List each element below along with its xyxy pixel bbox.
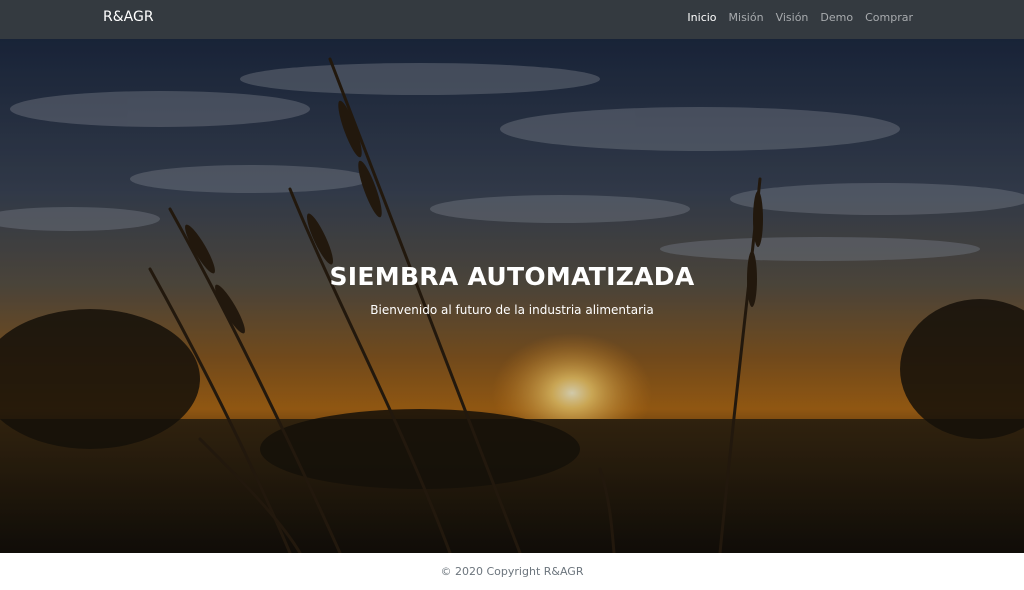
- footer-copyright: © 2020 Copyright R&AGR: [440, 565, 584, 578]
- nav-link-vision[interactable]: Visión: [776, 11, 809, 24]
- nav-link-demo[interactable]: Demo: [820, 11, 853, 24]
- footer: © 2020 Copyright R&AGR: [0, 553, 1024, 590]
- nav-link-inicio[interactable]: Inicio: [687, 11, 716, 24]
- nav-link-mision[interactable]: Misión: [729, 11, 764, 24]
- brand-logo[interactable]: R&AGR: [103, 9, 154, 25]
- hero-background-image: [0, 39, 1024, 553]
- nav-link-comprar[interactable]: Comprar: [865, 11, 913, 24]
- hero-title: SIEMBRA AUTOMATIZADA: [329, 262, 695, 291]
- nav-links: Inicio Misión Visión Demo Comprar: [687, 11, 913, 24]
- hero-section: SIEMBRA AUTOMATIZADA Bienvenido al futur…: [0, 39, 1024, 553]
- hero-subtitle: Bienvenido al futuro de la industria ali…: [370, 303, 654, 317]
- navbar: R&AGR Inicio Misión Visión Demo Comprar: [0, 0, 1024, 39]
